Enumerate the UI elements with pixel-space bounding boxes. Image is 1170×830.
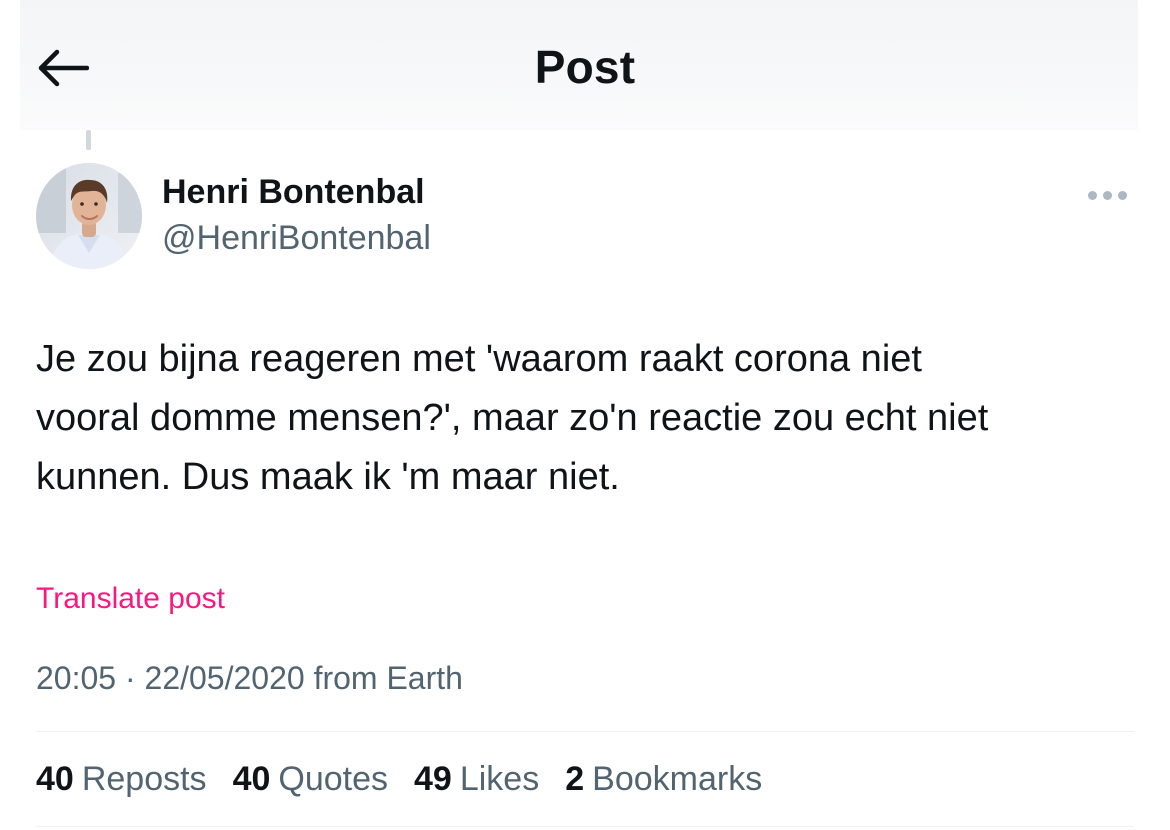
quotes-stat[interactable]: 40 Quotes: [233, 760, 388, 799]
likes-stat[interactable]: 49 Likes: [414, 760, 539, 799]
quotes-label: Quotes: [278, 760, 389, 798]
more-dots-icon: [1087, 190, 1097, 200]
reposts-label: Reposts: [81, 760, 207, 798]
author-handle[interactable]: @HenriBontenbal: [162, 219, 431, 258]
post-time[interactable]: 20:05: [36, 660, 116, 696]
post-date[interactable]: 22/05/2020: [145, 660, 305, 696]
engagement-stats: 40 Reposts 40 Quotes 49 Likes 2 Bookmark…: [36, 760, 788, 799]
avatar[interactable]: [36, 163, 142, 269]
likes-count: 49: [414, 760, 452, 798]
post-source: from Earth: [313, 660, 463, 696]
translate-post-link[interactable]: Translate post: [36, 582, 225, 616]
author-display-name[interactable]: Henri Bontenbal: [162, 173, 425, 212]
divider: [36, 826, 1134, 827]
more-options-button[interactable]: [1078, 180, 1136, 210]
divider: [36, 731, 1134, 732]
thread-connector-line: [86, 130, 91, 150]
reposts-count: 40: [36, 760, 74, 798]
quotes-count: 40: [232, 760, 271, 798]
reposts-stat[interactable]: 40 Reposts: [36, 760, 207, 799]
post-text: Je zou bijna reageren met 'waarom raakt …: [36, 338, 989, 498]
more-dots-icon: [1117, 190, 1127, 200]
meta-separator: ·: [124, 660, 136, 696]
more-dots-icon: [1102, 190, 1112, 200]
page-title: Post: [534, 41, 636, 93]
profile-photo: [36, 163, 142, 269]
bookmarks-count: 2: [565, 760, 585, 798]
post-metadata: 20:05 · 22/05/2020 from Earth: [36, 660, 463, 697]
likes-label: Likes: [459, 760, 540, 798]
bookmarks-label: Bookmarks: [592, 760, 763, 798]
bookmarks-stat[interactable]: 2 Bookmarks: [565, 760, 762, 799]
